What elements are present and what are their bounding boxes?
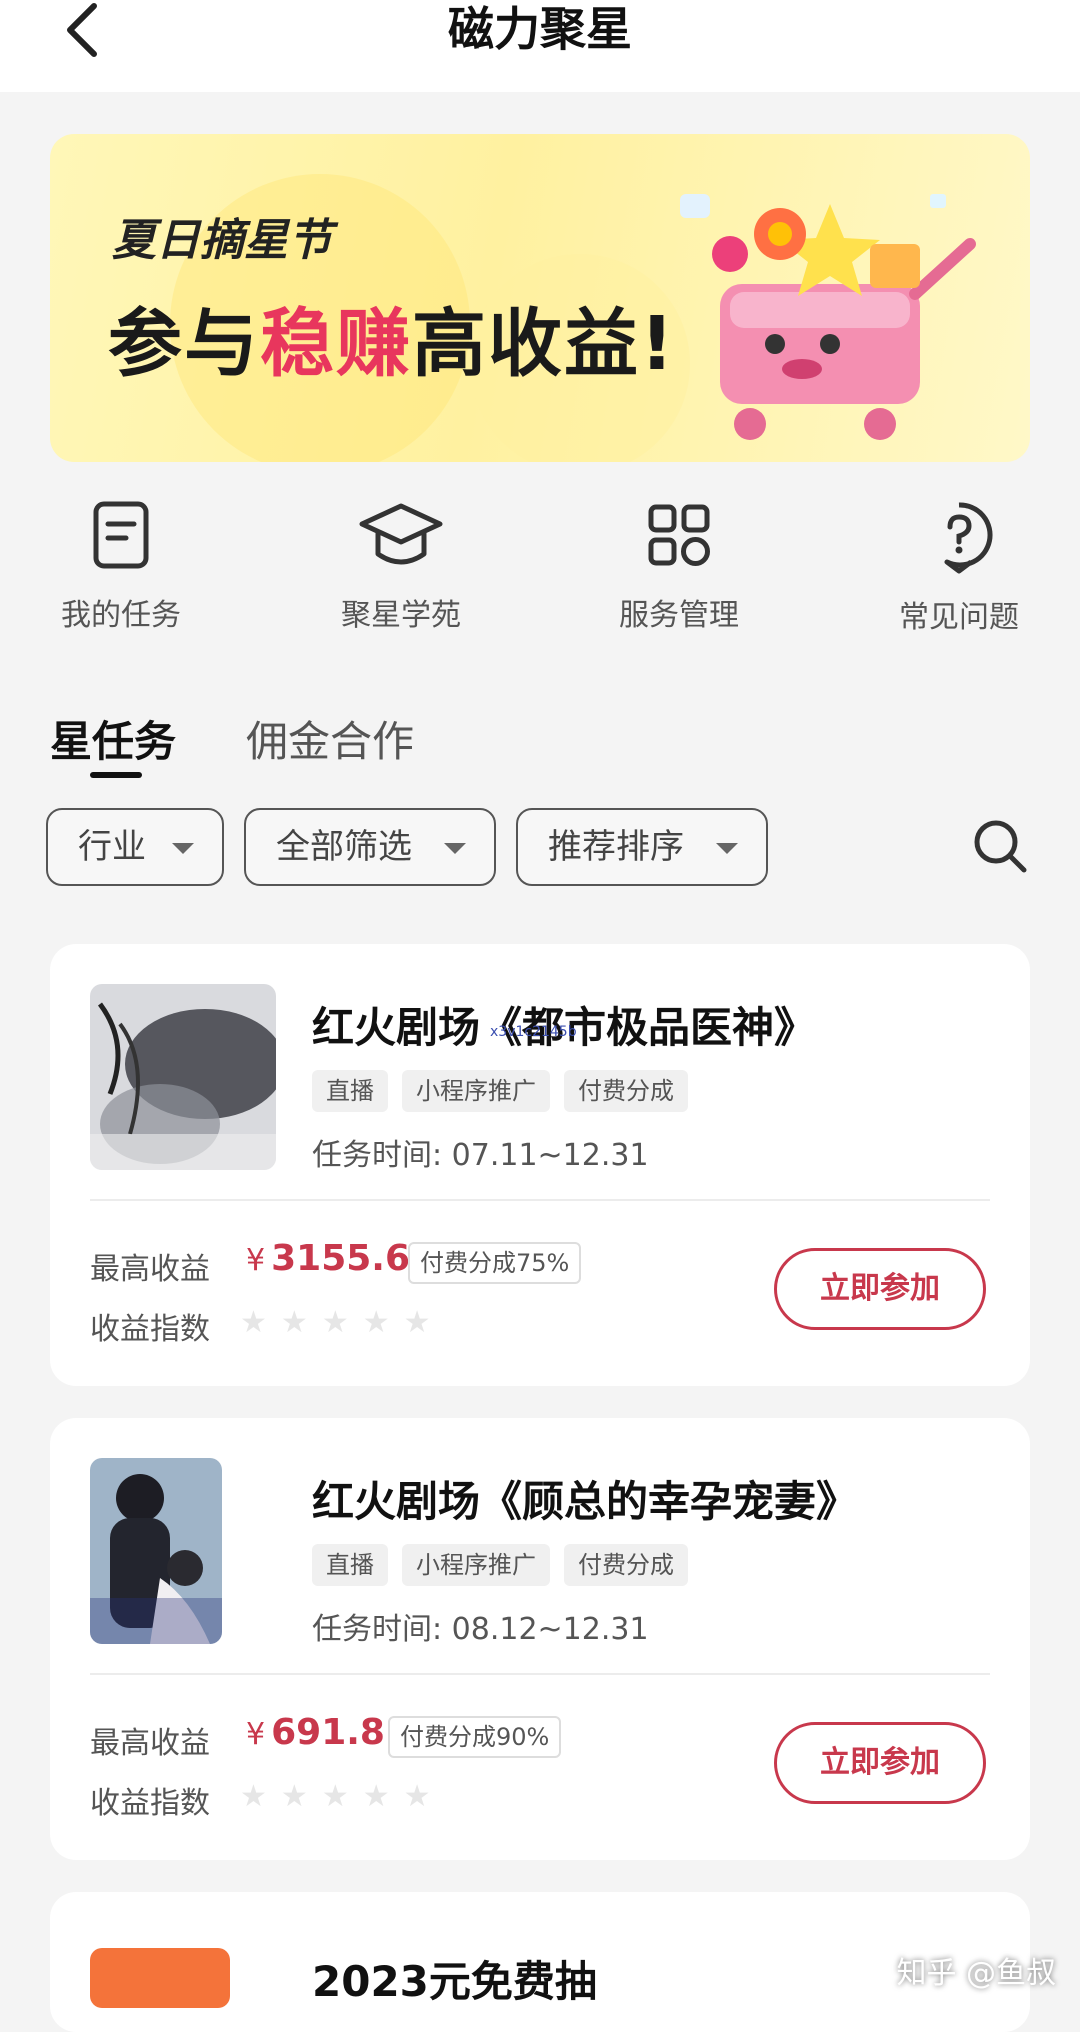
graduation-cap-icon xyxy=(359,503,443,565)
tag: 付费分成 xyxy=(564,1070,688,1112)
income-amount: 3155.6 xyxy=(271,1238,411,1279)
star-icon: ★ xyxy=(321,1779,349,1814)
search-icon[interactable] xyxy=(972,818,1028,874)
task-card[interactable]: 2023元免费抽 xyxy=(50,1892,1030,2032)
quick-item-service-management[interactable]: 服务管理 xyxy=(569,500,789,634)
quick-item-my-tasks[interactable]: 我的任务 xyxy=(11,500,231,634)
banner-title: 参与稳赚高收益! xyxy=(108,284,676,391)
tag: 付费分成 xyxy=(564,1544,688,1586)
divider xyxy=(90,1673,990,1675)
caret-down-icon xyxy=(716,843,738,854)
drama-poster-image xyxy=(90,984,276,1170)
task-title: 红火剧场《顾总的幸孕宠妻》 xyxy=(312,1477,859,1526)
star-icon: ★ xyxy=(403,1779,431,1814)
caret-down-icon xyxy=(172,843,194,854)
star-icon: ★ xyxy=(362,1305,390,1340)
tab-commission[interactable]: 佣金合作 xyxy=(246,708,414,769)
divider xyxy=(90,1199,990,1201)
top-bar: 磁力聚星 xyxy=(0,0,1080,92)
max-income-label: 最高收益 xyxy=(90,1252,210,1287)
quick-item-label: 服务管理 xyxy=(619,598,739,633)
star-icon: ★ xyxy=(403,1305,431,1340)
star-icon: ★ xyxy=(321,1305,349,1340)
page-title: 磁力聚星 xyxy=(448,2,632,56)
filter-label: 全部筛选 xyxy=(276,827,412,867)
quick-item-label: 我的任务 xyxy=(61,598,181,633)
question-bubble-icon xyxy=(944,502,993,574)
drama-poster-image xyxy=(90,1458,222,1644)
star-icon: ★ xyxy=(362,1779,390,1814)
star-icon: ★ xyxy=(240,1779,267,1814)
overlay-watermark-text: x3v1c2145b xyxy=(490,1024,577,1040)
tab-active-indicator xyxy=(90,772,142,778)
share-badge: 付费分成90% xyxy=(388,1716,562,1758)
star-icon: ★ xyxy=(280,1305,308,1340)
currency-symbol: ¥ xyxy=(246,1243,266,1278)
task-time: 任务时间: 08.12~12.31 xyxy=(312,1612,649,1647)
filter-industry[interactable]: 行业 xyxy=(46,808,224,886)
quick-item-faq[interactable]: 常见问题 xyxy=(849,500,1069,636)
filter-label: 行业 xyxy=(78,827,146,867)
star-icon: ★ xyxy=(280,1779,308,1814)
banner-title-pre: 参与 xyxy=(108,301,260,387)
star-icon: ★ xyxy=(240,1305,267,1340)
task-card[interactable]: 红火剧场《顾总的幸孕宠妻》 直播 小程序推广 付费分成 任务时间: 08.12~… xyxy=(50,1418,1030,1860)
banner-subtitle: 夏日摘星节 xyxy=(112,215,332,266)
task-time: 任务时间: 07.11~12.31 xyxy=(312,1138,649,1173)
grid-icon xyxy=(648,504,710,566)
currency-symbol: ¥ xyxy=(246,1717,266,1752)
max-income-value: ¥3155.6 xyxy=(246,1238,410,1279)
shopping-cart-illustration xyxy=(680,194,976,440)
tag-list: 直播 小程序推广 付费分成 xyxy=(312,1544,688,1586)
filter-all[interactable]: 全部筛选 xyxy=(244,808,496,886)
promo-banner[interactable]: 夏日摘星节 参与稳赚高收益! xyxy=(50,134,1030,462)
income-index-stars: ★ ★ ★ ★ ★ xyxy=(240,1782,431,1812)
tag: 直播 xyxy=(312,1544,388,1586)
banner-title-post: 高收益! xyxy=(412,301,676,387)
tag-list: 直播 小程序推广 付费分成 xyxy=(312,1070,688,1112)
income-index-label: 收益指数 xyxy=(90,1786,210,1821)
filter-label: 推荐排序 xyxy=(548,827,684,867)
quick-menu: 我的任务 聚星学苑 服务管理 常见问题 xyxy=(0,500,1080,650)
join-button[interactable]: 立即参加 xyxy=(774,1722,986,1804)
banner-title-highlight: 稳赚 xyxy=(260,301,412,387)
promo-thumbnail-image xyxy=(90,1948,230,2008)
join-button[interactable]: 立即参加 xyxy=(774,1248,986,1330)
income-index-stars: ★ ★ ★ ★ ★ xyxy=(240,1308,431,1338)
task-doc-icon xyxy=(93,501,149,569)
quick-item-label: 聚星学苑 xyxy=(341,598,461,633)
max-income-label: 最高收益 xyxy=(90,1726,210,1761)
quick-item-label: 常见问题 xyxy=(899,600,1019,635)
filter-sort[interactable]: 推荐排序 xyxy=(516,808,768,886)
income-index-label: 收益指数 xyxy=(90,1312,210,1347)
tag: 直播 xyxy=(312,1070,388,1112)
share-badge: 付费分成75% xyxy=(408,1242,582,1284)
tag: 小程序推广 xyxy=(402,1070,550,1112)
source-watermark: 知乎 @鱼叔 xyxy=(896,1956,1056,1991)
income-amount: 691.8 xyxy=(271,1712,385,1753)
max-income-value: ¥691.8 xyxy=(246,1712,385,1753)
tab-star-tasks[interactable]: 星任务 xyxy=(50,708,176,769)
tag: 小程序推广 xyxy=(402,1544,550,1586)
quick-item-academy[interactable]: 聚星学苑 xyxy=(291,500,511,634)
task-card[interactable]: 红火剧场《都市极品医神》 x3v1c2145b 直播 小程序推广 付费分成 任务… xyxy=(50,944,1030,1386)
task-title: 2023元免费抽 xyxy=(312,1957,597,2006)
caret-down-icon xyxy=(444,843,466,854)
